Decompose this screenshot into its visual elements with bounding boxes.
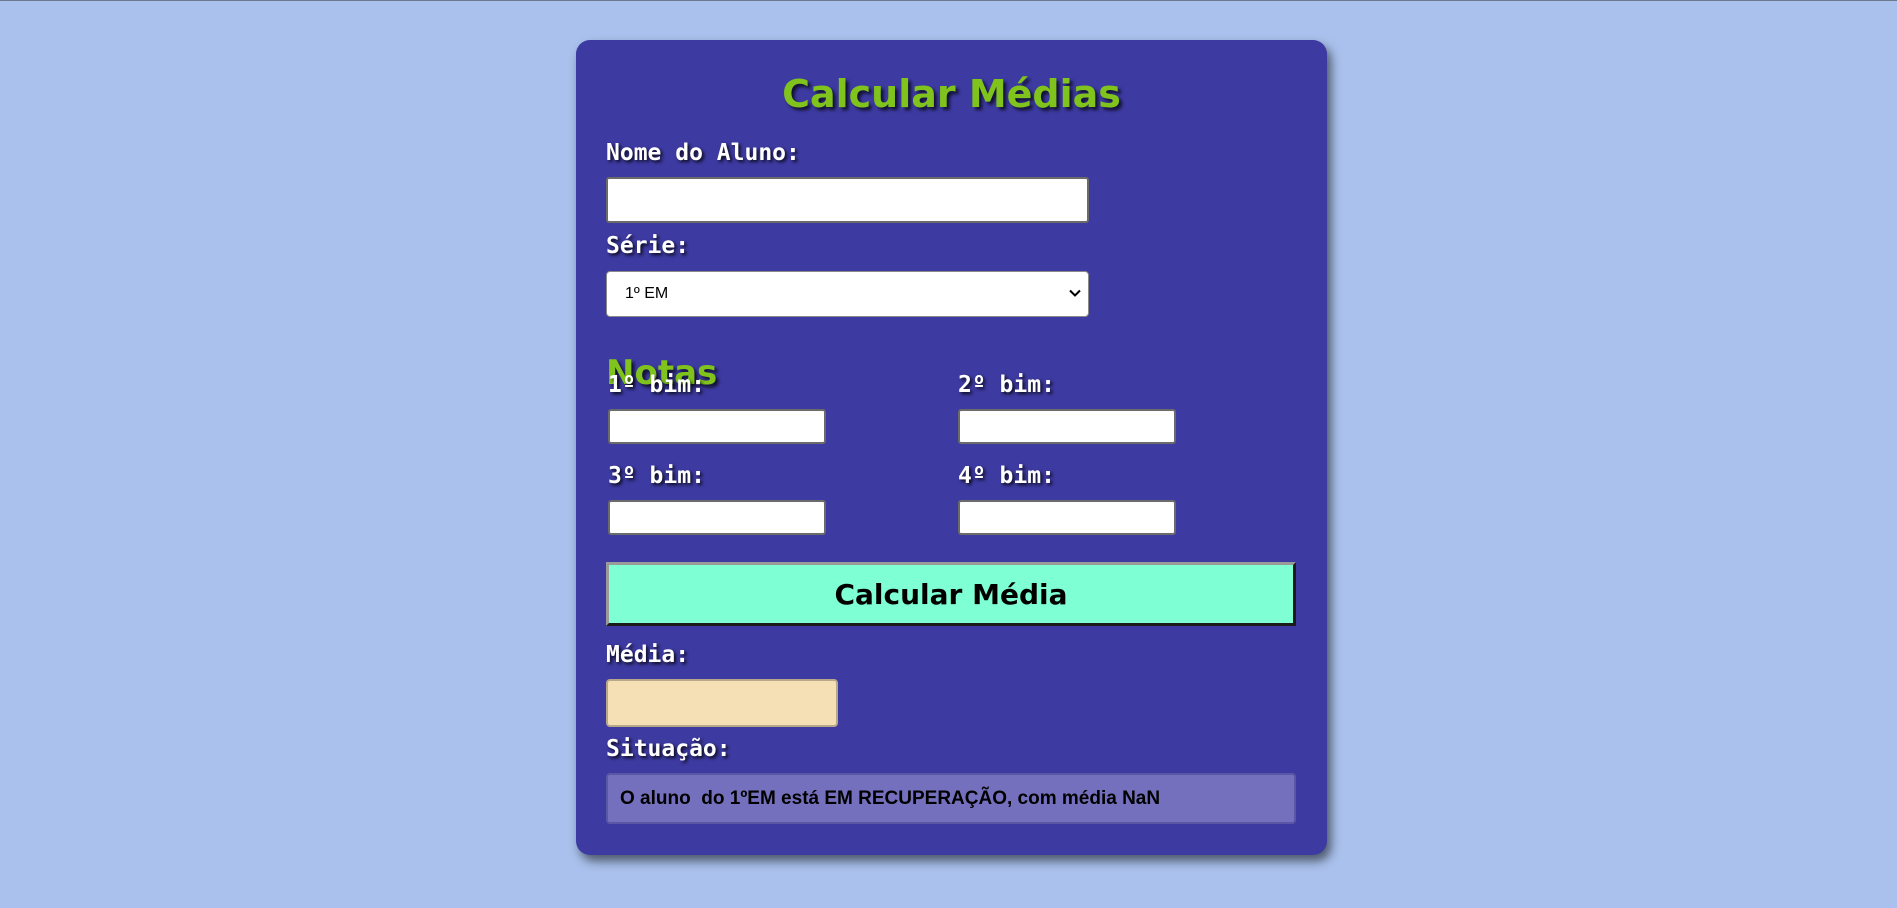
situacao-output: O aluno do 1ºEM está EM RECUPERAÇÃO, com…	[606, 773, 1296, 824]
grade-input-2[interactable]	[958, 409, 1176, 444]
situacao-label: Situação:	[606, 736, 731, 762]
nome-input[interactable]	[606, 177, 1089, 223]
grade-label-3: 3º bim:	[608, 463, 705, 489]
media-output	[606, 679, 838, 727]
nome-label: Nome do Aluno:	[606, 140, 800, 166]
media-label: Média:	[606, 642, 690, 668]
grade-input-1[interactable]	[608, 409, 826, 444]
serie-select[interactable]: 1º EM	[606, 271, 1089, 317]
form-card: Calcular Médias Nome do Aluno: Série: 1º…	[576, 40, 1327, 855]
grade-label-2: 2º bim:	[958, 372, 1055, 398]
grade-label-1: 1º bim:	[608, 372, 705, 398]
grade-input-4[interactable]	[958, 500, 1176, 535]
calcular-media-button[interactable]: Calcular Média	[606, 562, 1296, 626]
serie-label: Série:	[606, 233, 690, 259]
serie-selected-value: 1º EM	[625, 285, 669, 302]
chevron-down-icon	[1069, 289, 1081, 297]
page-title: Calcular Médias	[782, 72, 1121, 116]
grade-label-4: 4º bim:	[958, 463, 1055, 489]
grade-input-3[interactable]	[608, 500, 826, 535]
